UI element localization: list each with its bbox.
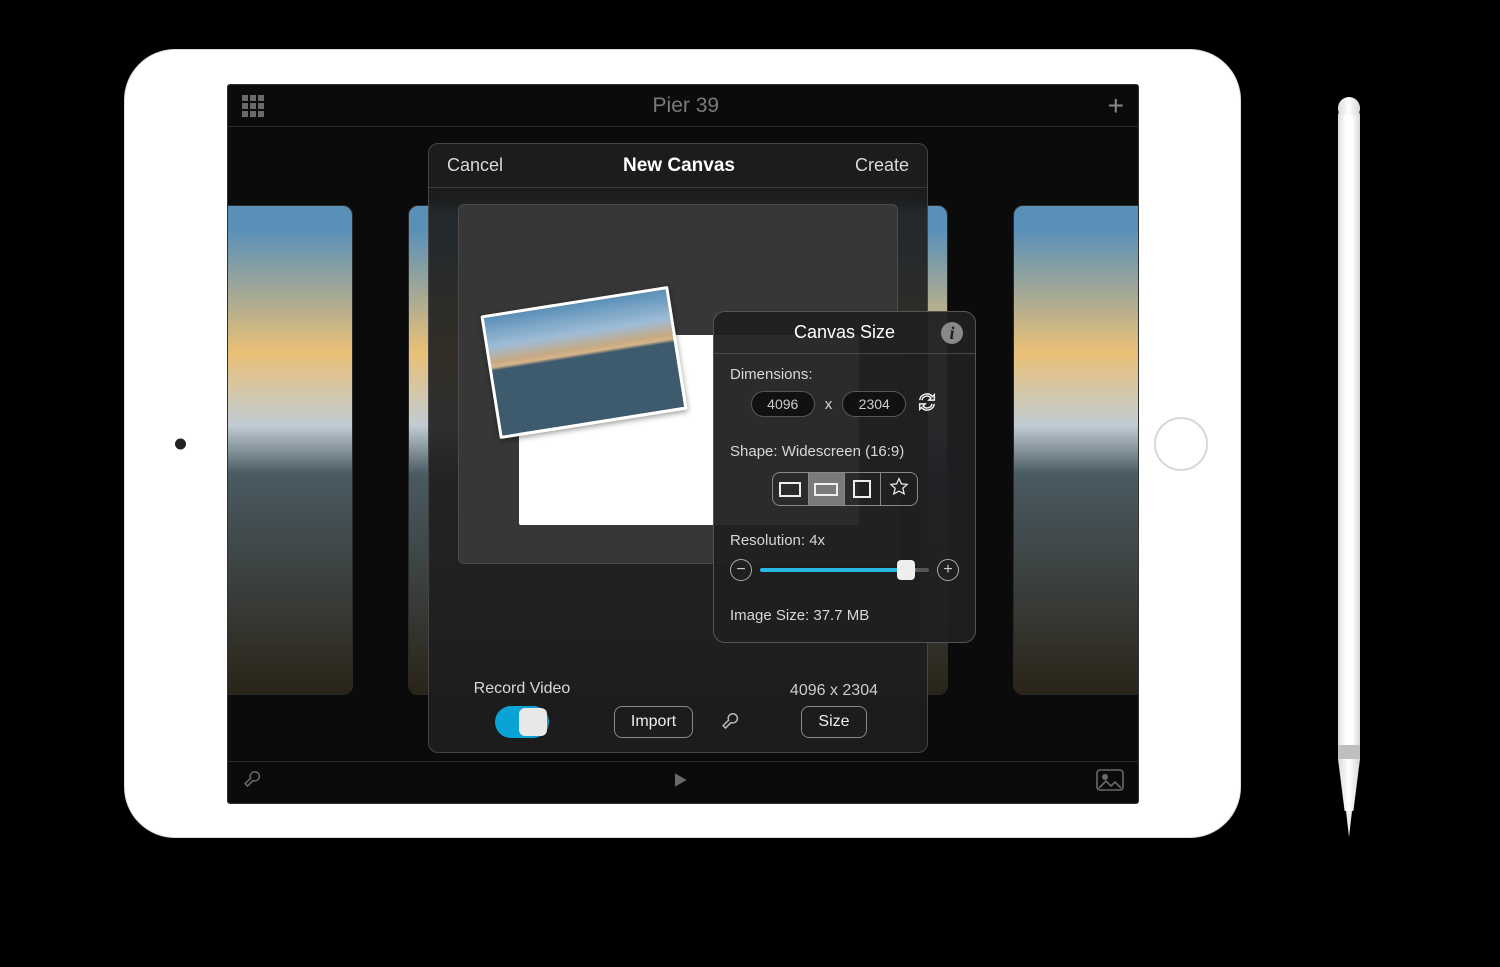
carousel-card bbox=[227, 205, 353, 695]
create-button[interactable]: Create bbox=[855, 155, 909, 176]
record-video-toggle[interactable] bbox=[495, 706, 549, 738]
resolution-decrease-button[interactable]: − bbox=[730, 559, 752, 581]
settings-icon[interactable] bbox=[242, 769, 264, 796]
ipad-device-frame: Pier 39 + bbox=[125, 50, 1240, 837]
app-screen: Pier 39 + bbox=[227, 84, 1139, 804]
image-size-label: Image Size: 37.7 MB bbox=[730, 607, 869, 624]
shape-label: Shape: Widescreen (16:9) bbox=[730, 443, 904, 460]
dimensions-label: Dimensions: bbox=[730, 366, 813, 383]
play-icon[interactable] bbox=[670, 770, 690, 795]
modal-header: Cancel New Canvas Create bbox=[429, 144, 927, 188]
picture-icon[interactable] bbox=[1096, 769, 1124, 796]
by-label: x bbox=[825, 396, 833, 413]
cancel-button[interactable]: Cancel bbox=[447, 155, 503, 176]
add-icon[interactable]: + bbox=[1108, 90, 1124, 122]
shape-segmented-control bbox=[772, 472, 918, 506]
carousel-card bbox=[1013, 205, 1139, 695]
import-button[interactable]: Import bbox=[614, 706, 693, 738]
swap-dimensions-icon[interactable] bbox=[916, 391, 938, 417]
gallery-grid-icon[interactable] bbox=[242, 95, 264, 117]
tool-settings-icon[interactable] bbox=[720, 711, 742, 738]
ipad-camera bbox=[175, 438, 186, 449]
shape-landscape-option[interactable] bbox=[773, 473, 809, 505]
document-title: Pier 39 bbox=[653, 94, 720, 118]
app-bottombar bbox=[228, 761, 1138, 803]
photo-thumbnail bbox=[1014, 206, 1139, 694]
record-video-label: Record Video bbox=[474, 680, 571, 698]
height-input[interactable]: 2304 bbox=[842, 391, 906, 417]
resolution-label: Resolution: 4x bbox=[730, 532, 825, 549]
canvas-dimensions-text: 4096 x 2304 bbox=[790, 682, 878, 700]
app-topbar: Pier 39 + bbox=[228, 85, 1138, 127]
modal-title: New Canvas bbox=[623, 155, 735, 177]
shape-widescreen-option[interactable] bbox=[809, 473, 845, 505]
resolution-increase-button[interactable]: + bbox=[937, 559, 959, 581]
ipad-home-button[interactable] bbox=[1154, 417, 1208, 471]
popover-header: Canvas Size i bbox=[714, 312, 975, 354]
resolution-slider[interactable] bbox=[760, 568, 929, 572]
info-icon[interactable]: i bbox=[941, 322, 963, 344]
popover-title: Canvas Size bbox=[794, 322, 895, 343]
width-input[interactable]: 4096 bbox=[751, 391, 815, 417]
canvas-size-popover: Canvas Size i Dimensions: 4096 x 2304 Sh… bbox=[713, 311, 976, 643]
photo-thumbnail bbox=[227, 206, 352, 694]
shape-square-option[interactable] bbox=[845, 473, 881, 505]
apple-pencil bbox=[1338, 105, 1360, 845]
size-button[interactable]: Size bbox=[801, 706, 866, 738]
shape-favorite-option[interactable] bbox=[881, 473, 917, 505]
